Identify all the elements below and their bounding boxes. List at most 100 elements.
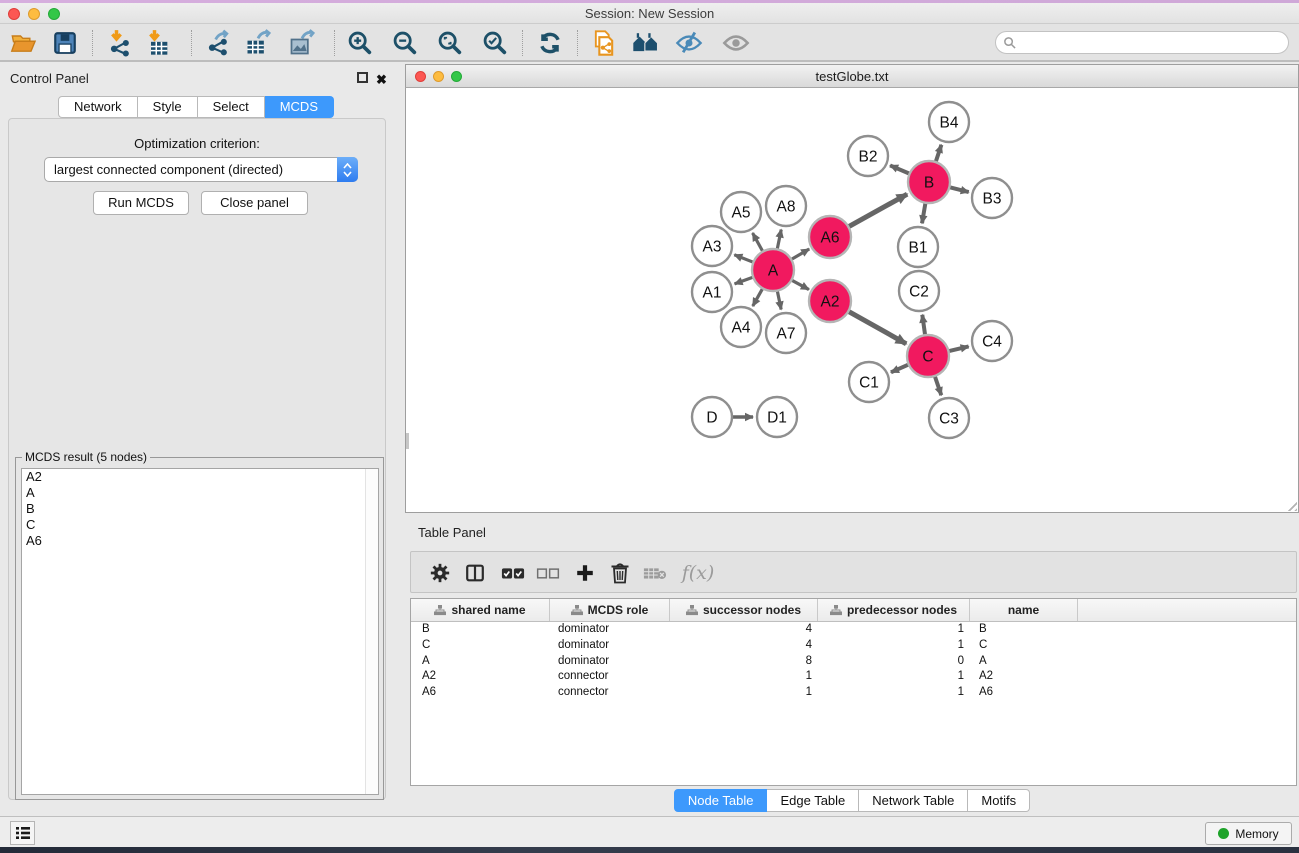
close-panel-button[interactable]: Close panel — [201, 191, 308, 215]
mcds-list-scrollbar[interactable] — [365, 469, 378, 794]
node-A4[interactable]: A4 — [721, 307, 761, 347]
table-row[interactable]: Adominator80A — [411, 654, 1296, 670]
node-C[interactable]: C — [907, 335, 949, 377]
tab-edge-table[interactable]: Edge Table — [767, 789, 859, 812]
column-header-successor-nodes[interactable]: successor nodes — [670, 599, 818, 621]
edge-A2-C[interactable] — [848, 311, 906, 343]
edge-C-C4[interactable] — [948, 346, 968, 351]
zoom-selected-button[interactable] — [476, 26, 514, 60]
network-canvas[interactable]: B4B2BB3A8A5A6A3B1AC2A1A2A4A7C4CC1C3DD1 — [405, 88, 1299, 513]
table-cell[interactable]: connector — [550, 685, 670, 701]
zoom-out-button[interactable] — [386, 26, 424, 60]
table-row[interactable]: Bdominator41B — [411, 622, 1296, 638]
node-A[interactable]: A — [752, 249, 794, 291]
table-cell[interactable]: A — [970, 654, 1078, 670]
criterion-dropdown[interactable]: largest connected component (directed) — [44, 157, 358, 182]
hide-selected-button[interactable] — [670, 26, 708, 60]
tab-select[interactable]: Select — [198, 96, 265, 118]
canvas-edge-handle[interactable] — [406, 433, 409, 449]
column-header-mcds-role[interactable]: MCDS role — [550, 599, 670, 621]
edge-A-A4[interactable] — [753, 288, 763, 306]
table-cell[interactable]: 1 — [670, 685, 818, 701]
task-history-button[interactable] — [10, 821, 35, 845]
table-cell[interactable]: connector — [550, 669, 670, 685]
mcds-result-list[interactable]: A2ABCA6 — [21, 468, 379, 795]
node-A3[interactable]: A3 — [692, 226, 732, 266]
edge-A-A8[interactable] — [777, 230, 781, 250]
delete-column-button[interactable] — [604, 558, 636, 588]
node-C1[interactable]: C1 — [849, 362, 889, 402]
node-A5[interactable]: A5 — [721, 192, 761, 232]
mcds-result-item[interactable]: C — [22, 517, 378, 533]
node-C3[interactable]: C3 — [929, 398, 969, 438]
node-D1[interactable]: D1 — [757, 397, 797, 437]
zoom-in-button[interactable] — [341, 26, 379, 60]
run-mcds-button[interactable]: Run MCDS — [93, 191, 189, 215]
table-cell[interactable]: 1 — [670, 669, 818, 685]
table-row[interactable]: Cdominator41C — [411, 638, 1296, 654]
import-network-button[interactable] — [101, 26, 139, 60]
edge-B-B3[interactable] — [949, 187, 968, 192]
tab-node-table[interactable]: Node Table — [674, 789, 768, 812]
table-row[interactable]: A6connector11A6 — [411, 685, 1296, 701]
table-cell[interactable]: B — [411, 622, 550, 638]
tab-mcds[interactable]: MCDS — [265, 96, 334, 118]
close-panel-icon[interactable]: ✖ — [376, 74, 387, 85]
table-cell[interactable]: 1 — [818, 685, 970, 701]
table-cell[interactable]: 4 — [670, 622, 818, 638]
node-B4[interactable]: B4 — [929, 102, 969, 142]
tab-network-table[interactable]: Network Table — [859, 789, 968, 812]
table-cell[interactable]: A2 — [970, 669, 1078, 685]
node-B1[interactable]: B1 — [898, 227, 938, 267]
edge-A-A7[interactable] — [777, 291, 781, 310]
deselect-all-button[interactable] — [532, 558, 564, 588]
import-table-button[interactable] — [139, 26, 177, 60]
edge-A-A5[interactable] — [753, 233, 763, 252]
edge-B-B1[interactable] — [922, 203, 925, 224]
edge-A-A2[interactable] — [791, 280, 808, 290]
export-network-button[interactable] — [199, 26, 237, 60]
show-hidden-button[interactable] — [717, 26, 755, 60]
node-A1[interactable]: A1 — [692, 272, 732, 312]
table-cell[interactable]: dominator — [550, 638, 670, 654]
table-cell[interactable]: 0 — [818, 654, 970, 670]
table-cell[interactable]: B — [970, 622, 1078, 638]
tab-motifs[interactable]: Motifs — [968, 789, 1030, 812]
duplicate-network-button[interactable] — [585, 26, 623, 60]
edge-A-A1[interactable] — [735, 277, 754, 284]
node-C4[interactable]: C4 — [972, 321, 1012, 361]
edge-C-C2[interactable] — [922, 315, 925, 335]
tab-style[interactable]: Style — [138, 96, 198, 118]
node-A7[interactable]: A7 — [766, 313, 806, 353]
table-row[interactable]: A2connector11A2 — [411, 669, 1296, 685]
edge-C-C3[interactable] — [935, 376, 942, 395]
table-cell[interactable]: 8 — [670, 654, 818, 670]
function-builder-button[interactable]: f(x) — [676, 558, 720, 588]
edge-A-A3[interactable] — [734, 255, 753, 263]
table-cell[interactable]: 1 — [818, 638, 970, 654]
export-table-button[interactable] — [239, 26, 277, 60]
node-A6[interactable]: A6 — [809, 216, 851, 258]
table-cell[interactable]: dominator — [550, 622, 670, 638]
table-cell[interactable]: 4 — [670, 638, 818, 654]
edge-A6-B[interactable] — [848, 194, 907, 227]
search-input[interactable] — [1020, 33, 1280, 52]
table-cell[interactable]: C — [970, 638, 1078, 654]
node-B3[interactable]: B3 — [972, 178, 1012, 218]
node-A2[interactable]: A2 — [809, 280, 851, 322]
table-cell[interactable]: A — [411, 654, 550, 670]
table-cell[interactable]: C — [411, 638, 550, 654]
column-header-predecessor-nodes[interactable]: predecessor nodes — [818, 599, 970, 621]
table-cell[interactable]: A2 — [411, 669, 550, 685]
edge-B-B2[interactable] — [890, 165, 910, 173]
table-settings-button[interactable] — [424, 558, 456, 588]
column-header-shared-name[interactable]: shared name — [411, 599, 550, 621]
table-cell[interactable]: 1 — [818, 622, 970, 638]
table-cell[interactable]: dominator — [550, 654, 670, 670]
open-session-button[interactable] — [5, 26, 43, 60]
edge-C-C1[interactable] — [891, 364, 909, 372]
first-neighbors-button[interactable] — [627, 26, 665, 60]
mcds-result-item[interactable]: A — [22, 485, 378, 501]
zoom-fit-button[interactable] — [431, 26, 469, 60]
edge-B-B4[interactable] — [936, 145, 942, 162]
